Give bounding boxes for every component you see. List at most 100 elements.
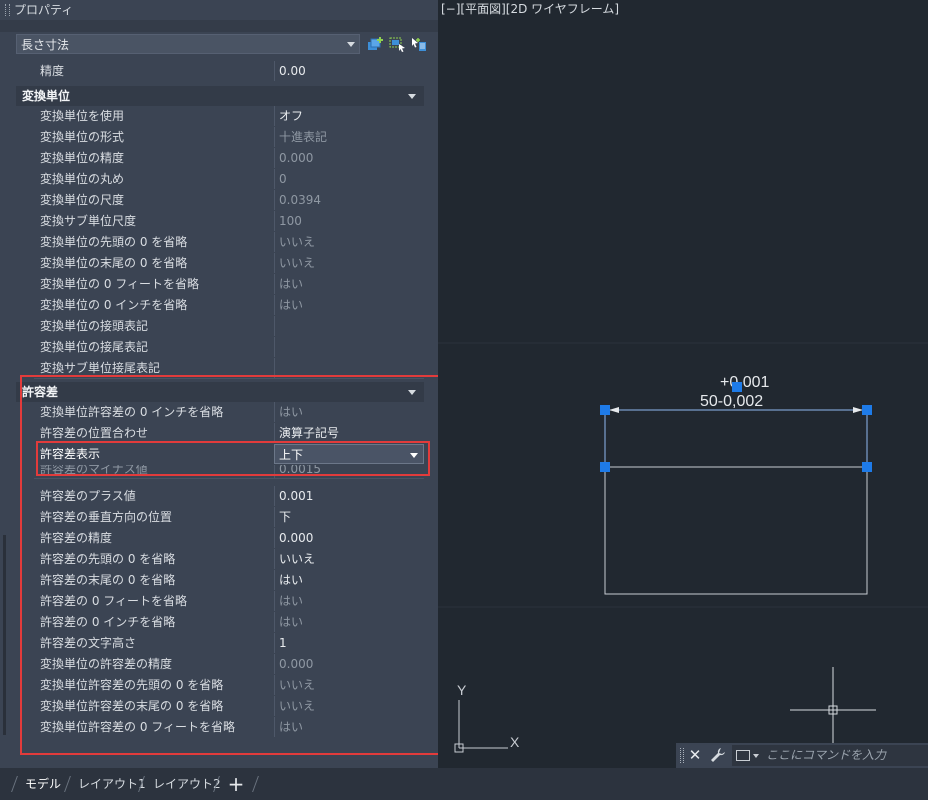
property-value[interactable]: 0.0015: [274, 465, 424, 478]
property-value[interactable]: 0.0394: [274, 190, 424, 210]
property-row[interactable]: 変換サブ単位接尾表記: [34, 358, 424, 379]
property-value[interactable]: いいえ: [274, 696, 424, 716]
section-header-alt-units[interactable]: 変換単位: [16, 86, 424, 106]
panel-scrollbar[interactable]: [3, 535, 6, 735]
property-value[interactable]: 0.001: [274, 486, 424, 506]
collapse-chevron-icon[interactable]: [408, 390, 416, 395]
property-row-tolerance-display[interactable]: 許容差表示 上下: [34, 444, 424, 464]
property-row-precision[interactable]: 精度 0.00: [34, 61, 424, 81]
panel-title-bar[interactable]: プロパティ: [0, 0, 438, 20]
property-row[interactable]: 許容差の先頭の 0 を省略 いいえ: [34, 549, 424, 569]
grip[interactable]: [732, 382, 742, 392]
command-prompt-icon[interactable]: [736, 750, 750, 761]
drawing-canvas[interactable]: +0,001 50-0,002 Y X: [438, 0, 928, 768]
tab-layout1[interactable]: レイアウト1: [78, 768, 146, 800]
property-row[interactable]: 許容差のプラス値 0.001: [34, 486, 424, 506]
grip[interactable]: [600, 405, 610, 415]
chevron-down-icon[interactable]: [410, 453, 418, 458]
property-value[interactable]: いいえ: [274, 253, 424, 273]
property-row[interactable]: 変換単位の先頭の 0 を省略 いいえ: [34, 232, 424, 252]
tab-model[interactable]: モデル: [25, 768, 61, 800]
property-value[interactable]: [274, 316, 424, 336]
property-row[interactable]: 変換単位の 0 インチを省略 はい: [34, 295, 424, 315]
property-value[interactable]: 1: [274, 633, 424, 653]
property-value[interactable]: 0.000: [274, 654, 424, 674]
command-line-grip-icon[interactable]: [680, 748, 684, 763]
property-value[interactable]: 0: [274, 169, 424, 189]
property-label: 許容差の文字高さ: [34, 633, 274, 653]
property-label: 変換単位の許容差の精度: [34, 654, 274, 674]
property-row[interactable]: 変換単位の接尾表記: [34, 337, 424, 357]
property-row[interactable]: 変換単位許容差の 0 フィートを省略 はい: [34, 717, 424, 737]
property-value[interactable]: 0.00: [274, 61, 424, 81]
property-row[interactable]: 許容差の 0 インチを省略 はい: [34, 612, 424, 632]
dimension-object[interactable]: [604, 407, 868, 467]
tab-layout2[interactable]: レイアウト2: [153, 768, 221, 800]
property-value[interactable]: はい: [274, 402, 424, 422]
property-value[interactable]: はい: [274, 612, 424, 632]
property-row[interactable]: 変換単位の接頭表記: [34, 316, 424, 336]
toggle-pickadd-icon[interactable]: [410, 36, 427, 52]
property-value[interactable]: はい: [274, 274, 424, 294]
property-value[interactable]: いいえ: [274, 549, 424, 569]
property-row[interactable]: 許容差のマイナス値 0.0015: [34, 465, 424, 479]
property-value[interactable]: 演算子記号: [274, 423, 424, 443]
property-value[interactable]: オフ: [274, 106, 424, 126]
property-value[interactable]: いいえ: [274, 675, 424, 695]
property-value[interactable]: 0.000: [274, 148, 424, 168]
collapse-chevron-icon[interactable]: [408, 94, 416, 99]
command-placeholder: ここにコマンドを入力: [766, 748, 887, 762]
property-row[interactable]: 変換単位の丸め 0: [34, 169, 424, 189]
property-row[interactable]: 変換単位の尺度 0.0394: [34, 190, 424, 210]
property-row[interactable]: 変換サブ単位尺度 100: [34, 211, 424, 231]
property-row[interactable]: 変換単位許容差の 0 インチを省略 はい: [34, 402, 424, 422]
property-value[interactable]: 0.000: [274, 528, 424, 548]
property-value[interactable]: はい: [274, 591, 424, 611]
grip[interactable]: [862, 405, 872, 415]
property-value[interactable]: はい: [274, 570, 424, 590]
property-row[interactable]: 変換単位許容差の末尾の 0 を省略 いいえ: [34, 696, 424, 716]
add-layout-icon[interactable]: +: [226, 768, 246, 800]
quick-select-icon[interactable]: [367, 36, 384, 52]
grip[interactable]: [600, 462, 610, 472]
property-value[interactable]: いいえ: [274, 232, 424, 252]
property-value[interactable]: 下: [274, 507, 424, 527]
object-type-dropdown[interactable]: 長さ寸法: [16, 34, 360, 54]
property-row[interactable]: 許容差の精度 0.000: [34, 528, 424, 548]
property-row[interactable]: 許容差の位置合わせ 演算子記号: [34, 423, 424, 443]
property-label: 許容差の精度: [34, 528, 274, 548]
property-row[interactable]: 変換単位の許容差の精度 0.000: [34, 654, 424, 674]
property-row[interactable]: 変換単位の精度 0.000: [34, 148, 424, 168]
property-value[interactable]: 十進表記: [274, 127, 424, 147]
property-row[interactable]: 変換単位の形式 十進表記: [34, 127, 424, 147]
property-row[interactable]: 変換単位を使用 オフ: [34, 106, 424, 126]
property-label: 変換単位の形式: [34, 127, 274, 147]
wrench-icon[interactable]: [710, 747, 726, 763]
property-label: 許容差の先頭の 0 を省略: [34, 549, 274, 569]
property-row[interactable]: 変換単位の 0 フィートを省略 はい: [34, 274, 424, 294]
property-row[interactable]: 変換単位の末尾の 0 を省略 いいえ: [34, 253, 424, 273]
property-value[interactable]: はい: [274, 717, 424, 737]
property-value[interactable]: [274, 337, 424, 357]
property-row[interactable]: 変換単位許容差の先頭の 0 を省略 いいえ: [34, 675, 424, 695]
select-objects-icon[interactable]: [389, 36, 406, 52]
property-label: 変換単位許容差の末尾の 0 を省略: [34, 696, 274, 716]
tolerance-display-dropdown[interactable]: 上下: [274, 444, 424, 464]
property-label: 変換単位許容差の 0 インチを省略: [34, 402, 274, 422]
property-row[interactable]: 許容差の末尾の 0 を省略 はい: [34, 570, 424, 590]
property-value[interactable]: 100: [274, 211, 424, 231]
close-icon[interactable]: ✕: [688, 746, 702, 764]
grip[interactable]: [862, 462, 872, 472]
property-value[interactable]: はい: [274, 295, 424, 315]
chevron-down-icon[interactable]: [753, 754, 759, 758]
rectangle-geometry: [604, 466, 868, 595]
property-row[interactable]: 許容差の文字高さ 1: [34, 633, 424, 653]
property-row[interactable]: 許容差の 0 フィートを省略 はい: [34, 591, 424, 611]
section-header-tolerances[interactable]: 許容差: [16, 382, 424, 402]
property-label: 変換単位の精度: [34, 148, 274, 168]
command-input[interactable]: ここにコマンドを入力: [732, 745, 928, 766]
panel-grip-icon[interactable]: [5, 4, 10, 16]
property-row[interactable]: 許容差の垂直方向の位置下: [34, 507, 424, 527]
property-value[interactable]: [274, 358, 424, 378]
property-label: 許容差の 0 インチを省略: [34, 612, 274, 632]
